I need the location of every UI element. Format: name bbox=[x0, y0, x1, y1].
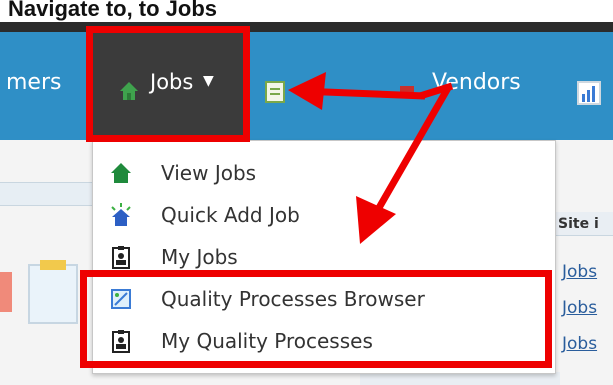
menu-item-label: My Jobs bbox=[161, 245, 238, 269]
quick-add-house-icon bbox=[109, 203, 133, 227]
menu-item-quick-add-job[interactable]: Quick Add Job bbox=[93, 195, 555, 235]
badge-person-icon bbox=[109, 245, 133, 269]
menu-item-view-jobs[interactable]: View Jobs bbox=[93, 153, 555, 193]
highlight-jobs-box bbox=[86, 26, 250, 142]
report-icon[interactable] bbox=[576, 80, 602, 110]
nav-customers-label[interactable]: mers bbox=[6, 70, 61, 95]
highlight-quality-items-box bbox=[80, 270, 552, 368]
vendors-icon[interactable] bbox=[398, 82, 416, 104]
left-edge-decoration bbox=[0, 272, 12, 312]
right-panel-link[interactable]: Jobs bbox=[562, 334, 597, 354]
menu-item-label: View Jobs bbox=[161, 161, 257, 185]
nav-vendors-label[interactable]: Vendors bbox=[432, 70, 521, 95]
right-panel-link[interactable]: Jobs bbox=[562, 298, 597, 318]
right-panel-link[interactable]: Jobs bbox=[562, 262, 597, 282]
clipboard-doc-icon[interactable] bbox=[264, 80, 286, 108]
menu-item-label: Quick Add Job bbox=[161, 203, 300, 227]
house-green-icon bbox=[109, 161, 133, 185]
left-panel-header bbox=[0, 182, 92, 206]
page-top-title: Navigate to, to Jobs bbox=[8, 0, 218, 21]
right-panel-header: Site i bbox=[554, 212, 613, 236]
document-thumbnail-icon bbox=[28, 260, 78, 324]
